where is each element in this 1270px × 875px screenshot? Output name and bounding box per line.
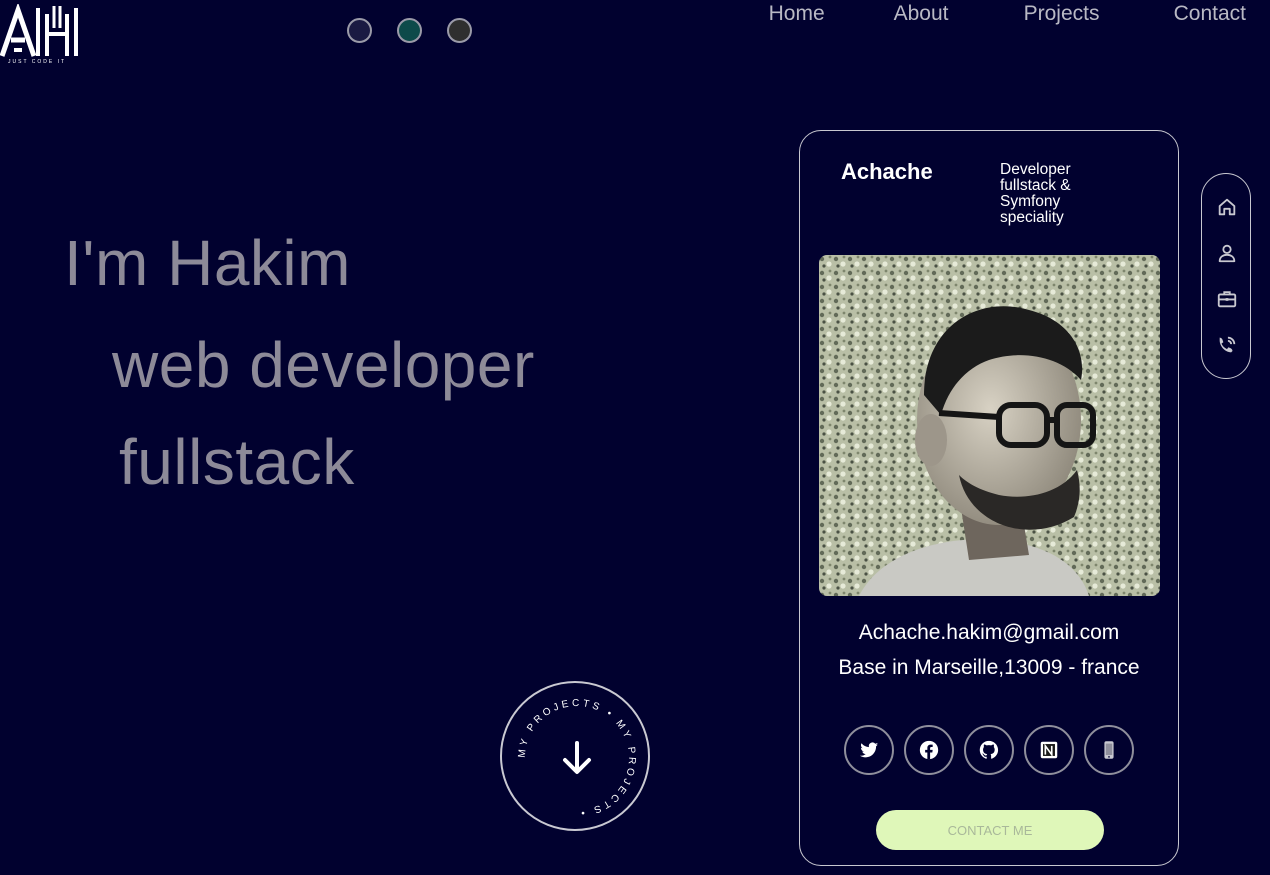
- side-nav-home[interactable]: [1214, 194, 1240, 220]
- card-location: Base in Marseille,13009 - france: [838, 656, 1140, 679]
- side-nav-about[interactable]: [1214, 240, 1240, 266]
- facebook-icon: [919, 740, 939, 760]
- nav-projects[interactable]: Projects: [1024, 2, 1174, 26]
- main-nav: Home About Projects Contact: [769, 2, 1246, 26]
- contact-icon: [1219, 336, 1236, 353]
- briefcase-icon: [1217, 291, 1237, 308]
- theme-dot-dark-blue[interactable]: [347, 18, 372, 43]
- nav-about[interactable]: About: [894, 2, 1024, 26]
- arrow-down-icon: [563, 741, 591, 774]
- theme-dot-gray[interactable]: [447, 18, 472, 43]
- phone-icon: [1104, 741, 1114, 759]
- hero-role: web developer: [112, 329, 535, 401]
- card-role: Developer fullstack & Symfony speciality: [1000, 161, 1071, 226]
- notion-icon: [1040, 741, 1058, 759]
- phone-link[interactable]: [1084, 725, 1134, 775]
- hero-role-suffix: fullstack: [119, 426, 355, 498]
- my-projects-button[interactable]: MY PROJECTS • MY PROJECTS •: [500, 681, 650, 831]
- theme-switcher: [347, 18, 472, 43]
- profile-photo: [819, 255, 1160, 596]
- social-links: [844, 725, 1134, 775]
- contact-me-button[interactable]: CONTACT ME: [876, 810, 1104, 850]
- hero-greeting: I'm Hakim: [64, 227, 351, 299]
- logo-mark: [0, 4, 78, 57]
- nav-home[interactable]: Home: [769, 2, 894, 26]
- user-icon: [1218, 244, 1236, 263]
- twitter-link[interactable]: [844, 725, 894, 775]
- side-nav-contact[interactable]: [1214, 332, 1240, 358]
- home-icon: [1218, 198, 1236, 216]
- projects-ring: MY PROJECTS • MY PROJECTS •: [517, 698, 634, 818]
- card-email[interactable]: Achache.hakim@gmail.com: [800, 621, 1178, 645]
- notion-link[interactable]: [1024, 725, 1074, 775]
- twitter-icon: [859, 742, 879, 758]
- side-nav: [1201, 173, 1251, 379]
- theme-dot-green[interactable]: [397, 18, 422, 43]
- side-nav-projects[interactable]: [1214, 286, 1240, 312]
- site-logo[interactable]: JUST CODE IT: [0, 4, 80, 66]
- facebook-link[interactable]: [904, 725, 954, 775]
- profile-card: Achache Developer fullstack & Symfony sp…: [799, 130, 1179, 866]
- nav-contact[interactable]: Contact: [1174, 2, 1246, 26]
- github-link[interactable]: [964, 725, 1014, 775]
- github-icon: [979, 740, 999, 759]
- card-name: Achache: [841, 159, 933, 184]
- logo-tagline: JUST CODE IT: [8, 59, 67, 65]
